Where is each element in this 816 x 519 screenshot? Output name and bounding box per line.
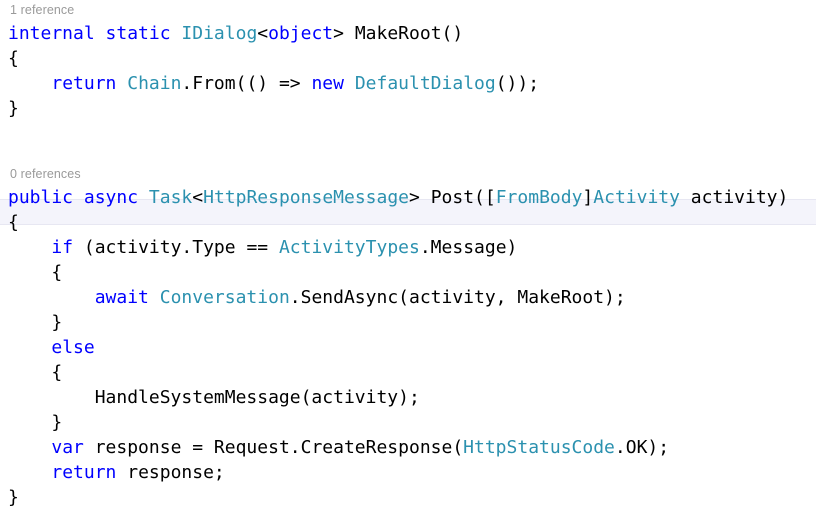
token-bracket-close: ]	[582, 187, 594, 208]
token-keyword-var: var	[51, 437, 84, 458]
token-keyword-static: static	[105, 23, 171, 44]
token-keyword-async: async	[83, 187, 139, 208]
code-line-if-open-brace: {	[0, 260, 816, 285]
token-brace-open: {	[8, 262, 63, 283]
token-condition-left: (activity.Type ==	[73, 237, 279, 258]
token-method-make-root: > MakeRoot()	[333, 23, 464, 44]
token-keyword-object: object	[268, 23, 334, 44]
token-member-message: .Message)	[419, 237, 518, 258]
code-line-close-brace-2: }	[0, 485, 816, 510]
code-line-signature-post: public async Task<HttpResponseMessage> P…	[0, 185, 816, 210]
code-line-open-brace-1: {	[0, 46, 816, 71]
token-keyword-internal: internal	[8, 23, 95, 44]
token-close-parens: ());	[495, 73, 540, 94]
token-keyword-public: public	[8, 187, 74, 208]
code-line-handle-system-message: HandleSystemMessage(activity);	[0, 385, 816, 410]
code-line-return-response: return response;	[0, 460, 816, 485]
token-type-idialog: IDialog	[181, 23, 258, 44]
code-content: 1 reference internal static IDialog<obje…	[0, 0, 816, 510]
codelens-make-root[interactable]: 1 reference	[0, 0, 816, 21]
block-gap	[0, 146, 816, 164]
token-angle-open: <	[257, 23, 269, 44]
token-type-chain: Chain	[127, 73, 182, 94]
token-brace-open: {	[8, 362, 63, 383]
token-keyword-await: await	[94, 287, 149, 308]
token-member-ok: .OK);	[614, 437, 670, 458]
token-keyword-return: return	[51, 73, 117, 94]
token-assign-create-response: response = Request.CreateResponse(	[83, 437, 464, 458]
token-type-activity-types: ActivityTypes	[278, 237, 420, 258]
token-from-lambda: .From(() =>	[181, 73, 312, 94]
token-param-activity: activity)	[679, 187, 789, 208]
token-keyword-new: new	[311, 73, 344, 94]
token-type-conversation: Conversation	[159, 287, 290, 308]
token-angle-open: <	[192, 187, 204, 208]
code-editor[interactable]: 1 reference internal static IDialog<obje…	[0, 0, 816, 519]
code-line-await-send-async: await Conversation.SendAsync(activity, M…	[0, 285, 816, 310]
code-line-if-close-brace: }	[0, 310, 816, 335]
token-brace-open: {	[8, 48, 19, 69]
code-line-if-condition: if (activity.Type == ActivityTypes.Messa…	[0, 235, 816, 260]
token-brace-open: {	[8, 212, 19, 233]
code-line-open-brace-2: {	[0, 210, 816, 235]
token-type-task: Task	[148, 187, 193, 208]
code-line-signature-make-root: internal static IDialog<object> MakeRoot…	[0, 21, 816, 46]
token-brace-close: }	[8, 412, 63, 433]
token-keyword-else: else	[51, 337, 95, 358]
token-attribute-from-body: FromBody	[495, 187, 583, 208]
code-line-return-chain: return Chain.From(() => new DefaultDialo…	[0, 71, 816, 96]
codelens-post[interactable]: 0 references	[0, 164, 816, 185]
token-method-post: > Post([	[409, 187, 496, 208]
token-type-default-dialog: DefaultDialog	[354, 73, 496, 94]
token-type-activity: Activity	[593, 187, 680, 208]
code-line-create-response: var response = Request.CreateResponse(Ht…	[0, 435, 816, 460]
token-keyword-return: return	[51, 462, 117, 483]
code-line-close-brace-1: }	[0, 96, 816, 121]
token-call-send-async: .SendAsync(activity, MakeRoot);	[289, 287, 626, 308]
code-line-else-open-brace: {	[0, 360, 816, 385]
token-brace-close: }	[8, 487, 19, 508]
token-type-http-response-message: HttpResponseMessage	[203, 187, 410, 208]
token-call-handle-system-message: HandleSystemMessage(activity);	[8, 387, 420, 408]
token-keyword-if: if	[51, 237, 74, 258]
code-line-else-close-brace: }	[0, 410, 816, 435]
token-brace-close: }	[8, 98, 19, 119]
token-type-http-status-code: HttpStatusCode	[463, 437, 615, 458]
token-brace-close: }	[8, 312, 63, 333]
token-variable-response: response;	[116, 462, 225, 483]
code-line-else: else	[0, 335, 816, 360]
